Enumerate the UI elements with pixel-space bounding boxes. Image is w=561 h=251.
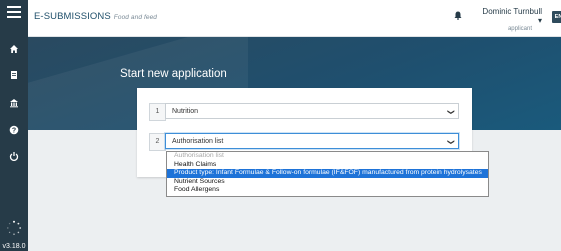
home-icon[interactable] bbox=[4, 44, 24, 58]
brand-title: E-SUBMISSIONS bbox=[34, 11, 111, 22]
dropdown-option[interactable]: Health Claims bbox=[167, 161, 488, 170]
menu-icon[interactable] bbox=[7, 6, 21, 19]
user-name: Dominic Turnbull ▾ bbox=[482, 7, 542, 25]
step-1-number: 1 bbox=[149, 103, 166, 121]
sidebar: ? v3.18.0 bbox=[0, 0, 28, 251]
step-2-select[interactable]: Authorisation list ❯ bbox=[165, 133, 459, 149]
step-2-number: 2 bbox=[149, 133, 166, 151]
dropdown-option: Authorisation list bbox=[174, 152, 224, 159]
step-1-select[interactable]: Nutrition ❯ bbox=[165, 103, 459, 119]
dropdown-option[interactable]: Food Allergens bbox=[167, 186, 488, 195]
dropdown-option[interactable]: Nutrient Sources bbox=[167, 178, 488, 187]
step-1-value: Nutrition bbox=[172, 108, 199, 115]
step-2-value: Authorisation list bbox=[172, 138, 224, 145]
bell-icon[interactable] bbox=[454, 11, 462, 22]
spinner-icon bbox=[6, 220, 22, 236]
building-icon[interactable] bbox=[4, 98, 24, 112]
avatar[interactable]: EN bbox=[552, 11, 561, 23]
chevron-down-icon: ❯ bbox=[447, 139, 455, 145]
user-role: applicant bbox=[507, 26, 532, 32]
svg-text:?: ? bbox=[12, 128, 16, 135]
authorisation-dropdown-list: Authorisation list Health Claims Product… bbox=[166, 151, 489, 197]
document-icon[interactable] bbox=[4, 70, 24, 84]
user-menu[interactable]: Dominic Turnbull ▾ applicant bbox=[482, 7, 542, 32]
page-title: Start new application bbox=[120, 68, 227, 80]
power-icon[interactable] bbox=[4, 151, 24, 165]
version-label: v3.18.0 bbox=[2, 243, 26, 250]
help-icon[interactable]: ? bbox=[4, 125, 24, 139]
brand-subtitle: Food and feed bbox=[113, 14, 158, 21]
app-brand[interactable]: E-SUBMISSIONS Food and feed bbox=[34, 11, 157, 22]
dropdown-option-highlighted[interactable]: Product type: Infant Formulae & Follow-o… bbox=[167, 169, 488, 178]
chevron-down-icon: ❯ bbox=[447, 109, 455, 115]
top-bar: E-SUBMISSIONS Food and feed Dominic Turnb… bbox=[28, 0, 561, 37]
